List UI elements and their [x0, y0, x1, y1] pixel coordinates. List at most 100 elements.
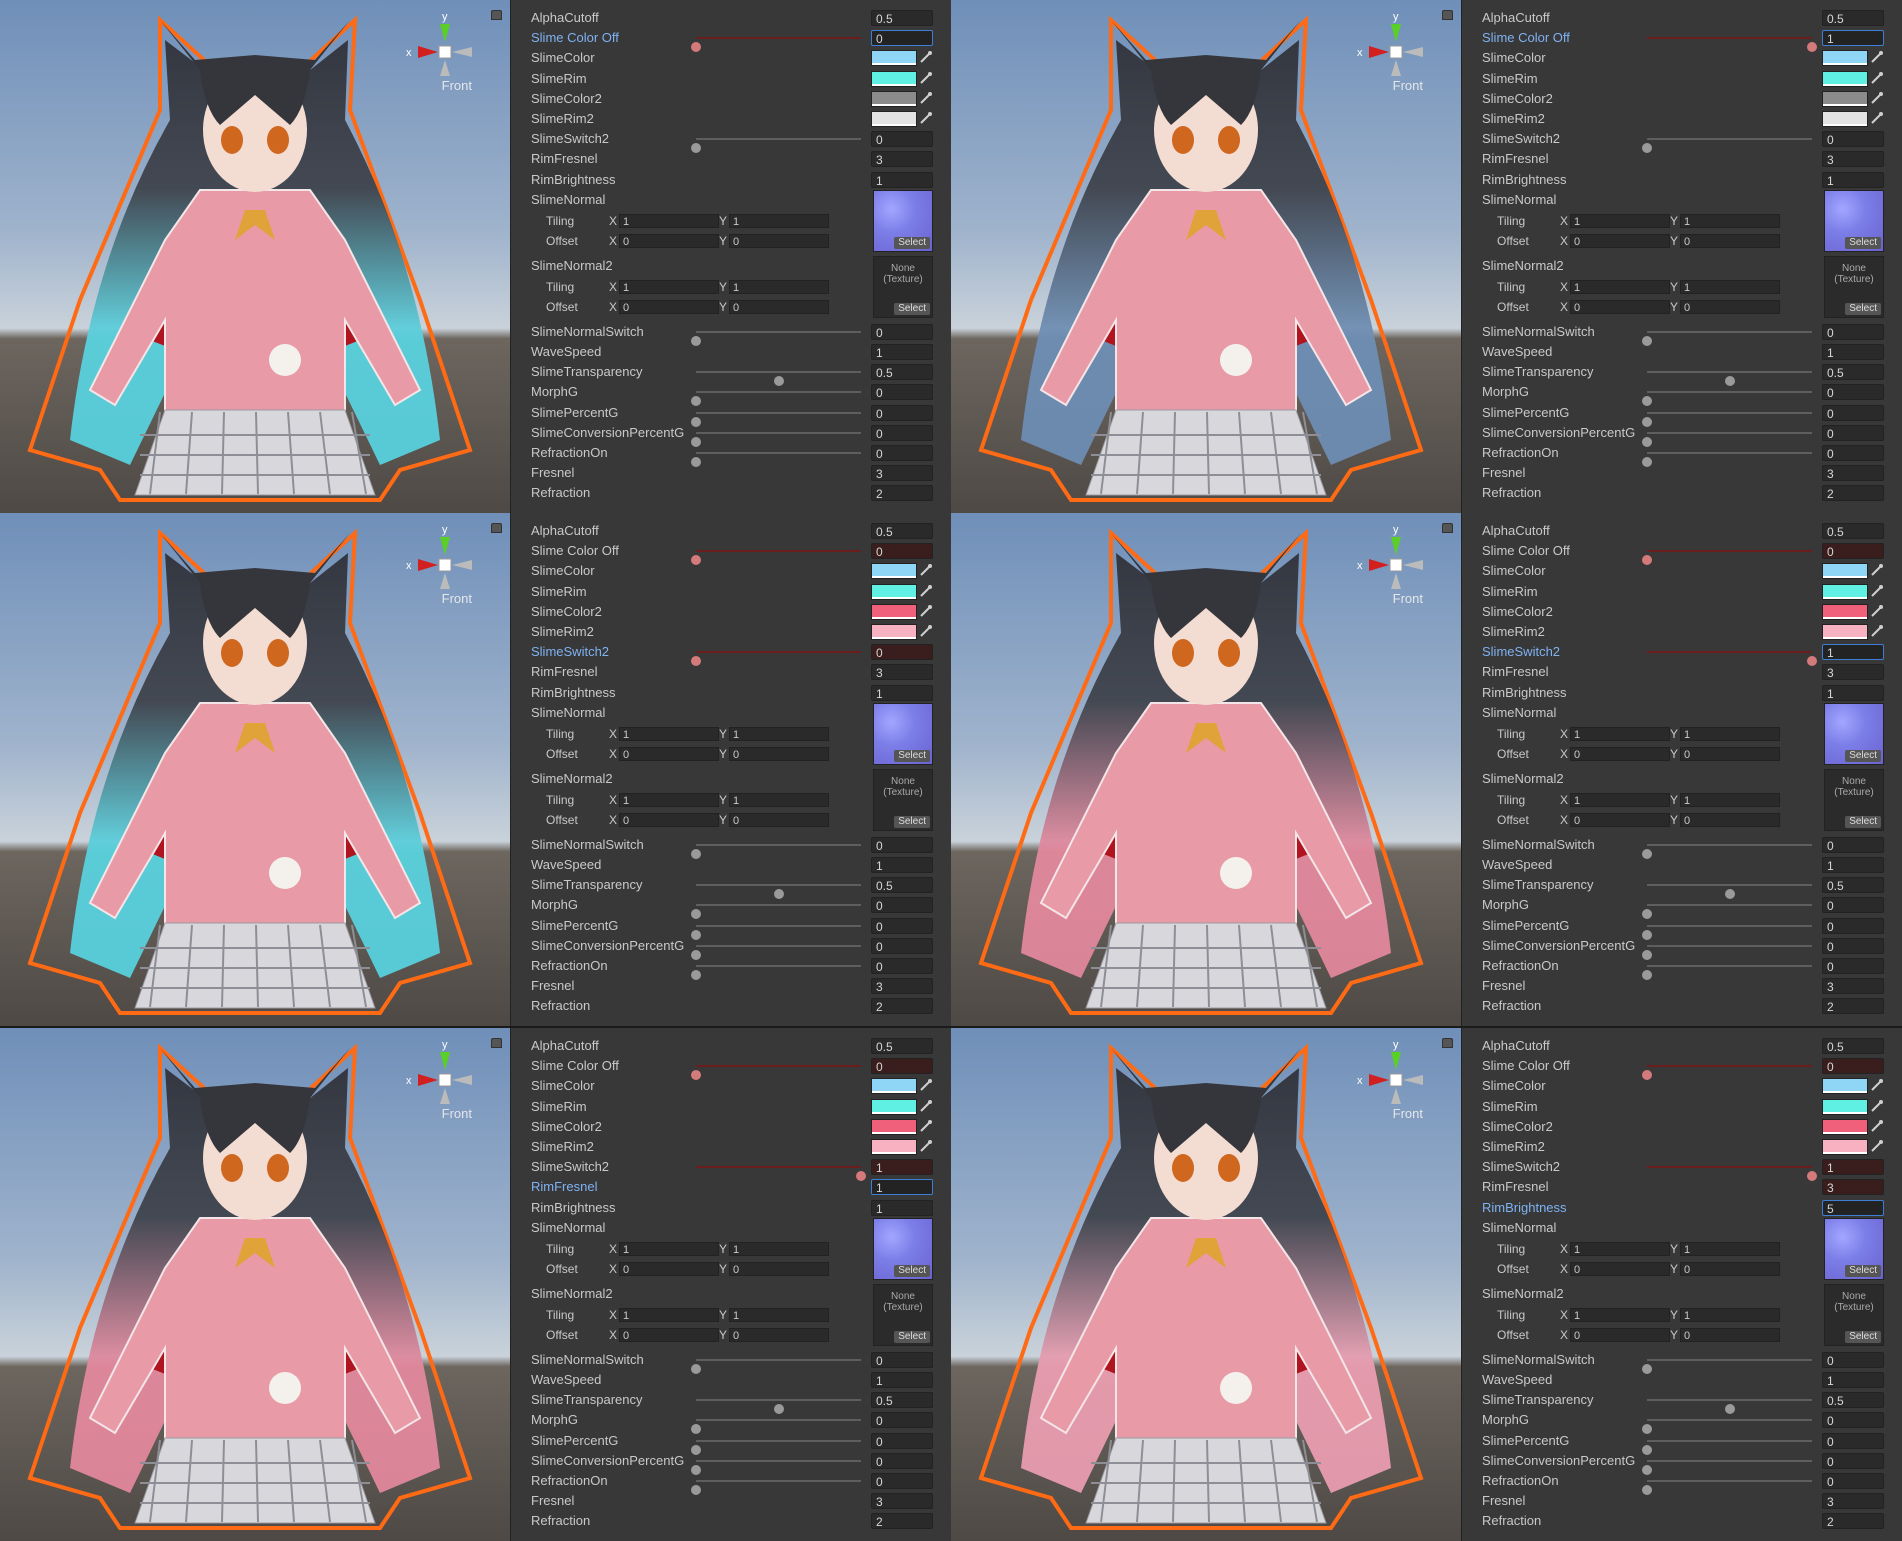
- slider-track[interactable]: [1647, 371, 1812, 387]
- tiling-x-field[interactable]: 1: [619, 726, 719, 741]
- tiling-x-field[interactable]: 1: [619, 213, 719, 228]
- value-field[interactable]: 0: [871, 897, 933, 914]
- tiling-x-field[interactable]: 1: [619, 1241, 719, 1256]
- slider-track[interactable]: [1642, 1439, 1812, 1455]
- value-field[interactable]: 3: [1822, 465, 1884, 482]
- tiling-y-field[interactable]: 1: [729, 279, 829, 294]
- value-field[interactable]: 0: [1822, 897, 1884, 914]
- lock-icon[interactable]: [491, 10, 502, 20]
- view-mode-label[interactable]: Front: [442, 78, 472, 93]
- value-field[interactable]: 0: [871, 445, 933, 461]
- color-swatch[interactable]: [871, 1078, 917, 1095]
- value-field[interactable]: 1: [1822, 644, 1884, 661]
- value-field[interactable]: 0.5: [1822, 364, 1884, 381]
- value-field[interactable]: 3: [871, 664, 933, 681]
- eyedropper-icon[interactable]: [1870, 71, 1884, 85]
- value-field[interactable]: 0: [871, 1058, 933, 1075]
- tiling-x-field[interactable]: 1: [1570, 213, 1670, 228]
- eyedropper-icon[interactable]: [1870, 1139, 1884, 1153]
- offset-x-field[interactable]: 0: [1570, 812, 1670, 827]
- slider-track[interactable]: [1642, 904, 1812, 920]
- value-field[interactable]: 3: [871, 978, 933, 995]
- view-mode-label[interactable]: Front: [1393, 78, 1423, 93]
- offset-y-field[interactable]: 0: [729, 746, 829, 761]
- value-field[interactable]: 0: [1822, 1452, 1884, 1469]
- value-field[interactable]: 0: [1822, 404, 1884, 421]
- eyedropper-icon[interactable]: [1870, 91, 1884, 105]
- slider-track[interactable]: [691, 330, 861, 346]
- eyedropper-icon[interactable]: [919, 563, 933, 577]
- value-field[interactable]: 0.5: [871, 1392, 933, 1409]
- eyedropper-icon[interactable]: [919, 71, 933, 85]
- slider-track[interactable]: [1642, 944, 1812, 960]
- slider-track[interactable]: [696, 371, 861, 387]
- offset-x-field[interactable]: 0: [619, 233, 719, 248]
- slider-track[interactable]: [691, 452, 861, 467]
- offset-y-field[interactable]: 0: [1680, 1327, 1780, 1342]
- color-swatch[interactable]: [871, 111, 917, 127]
- scene-view[interactable]: x y Front: [0, 0, 510, 513]
- offset-y-field[interactable]: 0: [1680, 1261, 1780, 1276]
- lock-icon[interactable]: [1442, 10, 1453, 20]
- color-swatch[interactable]: [871, 90, 917, 107]
- tiling-y-field[interactable]: 1: [729, 726, 829, 741]
- value-field[interactable]: 3: [1822, 151, 1884, 168]
- tiling-y-field[interactable]: 1: [1680, 726, 1780, 741]
- offset-y-field[interactable]: 0: [1680, 812, 1780, 827]
- value-field[interactable]: 0: [871, 1452, 933, 1469]
- color-swatch[interactable]: [871, 50, 917, 67]
- slider-track[interactable]: [691, 411, 861, 427]
- value-field[interactable]: 0: [871, 958, 933, 974]
- color-swatch[interactable]: [871, 1098, 917, 1115]
- slider-track[interactable]: [1642, 1419, 1812, 1435]
- tiling-y-field[interactable]: 1: [1680, 279, 1780, 294]
- value-field[interactable]: 0: [871, 543, 933, 560]
- value-field[interactable]: 0: [871, 424, 933, 441]
- value-field[interactable]: 1: [871, 684, 933, 701]
- color-swatch[interactable]: [1822, 563, 1868, 580]
- color-swatch[interactable]: [871, 583, 917, 600]
- value-field[interactable]: 2: [871, 485, 933, 502]
- slider-track[interactable]: [696, 884, 861, 900]
- value-field[interactable]: 2: [1822, 998, 1884, 1015]
- eyedropper-icon[interactable]: [919, 1099, 933, 1113]
- color-swatch[interactable]: [871, 70, 917, 87]
- color-swatch[interactable]: [1822, 624, 1868, 640]
- tiling-y-field[interactable]: 1: [729, 1241, 829, 1256]
- slider-track[interactable]: [691, 550, 861, 566]
- scene-view[interactable]: x y Front: [951, 513, 1461, 1026]
- slider-track[interactable]: [691, 1459, 861, 1475]
- slider-track[interactable]: [691, 1439, 861, 1455]
- value-field[interactable]: 0: [871, 404, 933, 421]
- tiling-y-field[interactable]: 1: [729, 213, 829, 228]
- value-field[interactable]: 0.5: [871, 523, 933, 539]
- lock-icon[interactable]: [491, 523, 502, 533]
- value-field[interactable]: 0: [871, 1432, 933, 1449]
- slider-track[interactable]: [1647, 1399, 1812, 1415]
- tiling-y-field[interactable]: 1: [1680, 792, 1780, 807]
- offset-x-field[interactable]: 0: [619, 746, 719, 761]
- color-swatch[interactable]: [871, 563, 917, 580]
- value-field[interactable]: 0: [871, 836, 933, 853]
- offset-x-field[interactable]: 0: [619, 1327, 719, 1342]
- color-swatch[interactable]: [1822, 1098, 1868, 1115]
- value-field[interactable]: 0.5: [871, 10, 933, 26]
- value-field[interactable]: 0: [1822, 445, 1884, 461]
- slider-track[interactable]: [1642, 330, 1812, 346]
- slider-track[interactable]: [1642, 1065, 1812, 1081]
- value-field[interactable]: 0: [1822, 323, 1884, 340]
- slider-track[interactable]: [1642, 924, 1812, 940]
- tiling-x-field[interactable]: 1: [1570, 1307, 1670, 1322]
- value-field[interactable]: 0: [1822, 836, 1884, 853]
- lock-icon[interactable]: [491, 1038, 502, 1048]
- value-field[interactable]: 2: [1822, 485, 1884, 502]
- offset-x-field[interactable]: 0: [1570, 1327, 1670, 1342]
- value-field[interactable]: 0.5: [1822, 877, 1884, 894]
- value-field[interactable]: 0: [871, 937, 933, 954]
- offset-y-field[interactable]: 0: [729, 1261, 829, 1276]
- eyedropper-icon[interactable]: [1870, 50, 1884, 64]
- tiling-x-field[interactable]: 1: [619, 792, 719, 807]
- value-field[interactable]: 3: [871, 465, 933, 482]
- eyedropper-icon[interactable]: [919, 604, 933, 618]
- slider-track[interactable]: [1647, 651, 1817, 667]
